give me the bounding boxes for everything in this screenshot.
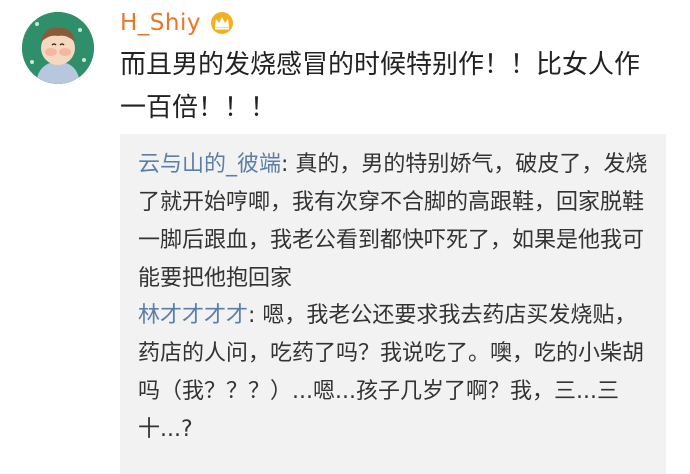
baby-avatar-icon — [22, 12, 94, 84]
reply-user[interactable]: 云与山的_彼端 — [138, 152, 281, 177]
comment-text: 而且男的发烧感冒的时候特别作！！比女人作一百倍！！！ — [120, 50, 641, 123]
reply-item: 云与山的_彼端: 真的，男的特别娇气，破皮了，发烧了就开始哼唧，我有次穿不合脚的… — [138, 146, 648, 298]
username[interactable]: H_Shiy — [120, 10, 201, 36]
avatar[interactable] — [22, 12, 94, 84]
reply-user[interactable]: 林才才才才 — [138, 303, 248, 328]
reply-item: 林才才才才: 嗯，我老公还要求我去药店买发烧贴，药店的人问，吃药了吗？我说吃了。… — [138, 297, 648, 449]
reply-separator: : — [281, 152, 296, 177]
crown-icon — [209, 11, 235, 35]
reply-separator: : — [248, 303, 263, 328]
comment-header: H_Shiy — [120, 6, 235, 40]
replies-panel: 云与山的_彼端: 真的，男的特别娇气，破皮了，发烧了就开始哼唧，我有次穿不合脚的… — [120, 134, 666, 474]
